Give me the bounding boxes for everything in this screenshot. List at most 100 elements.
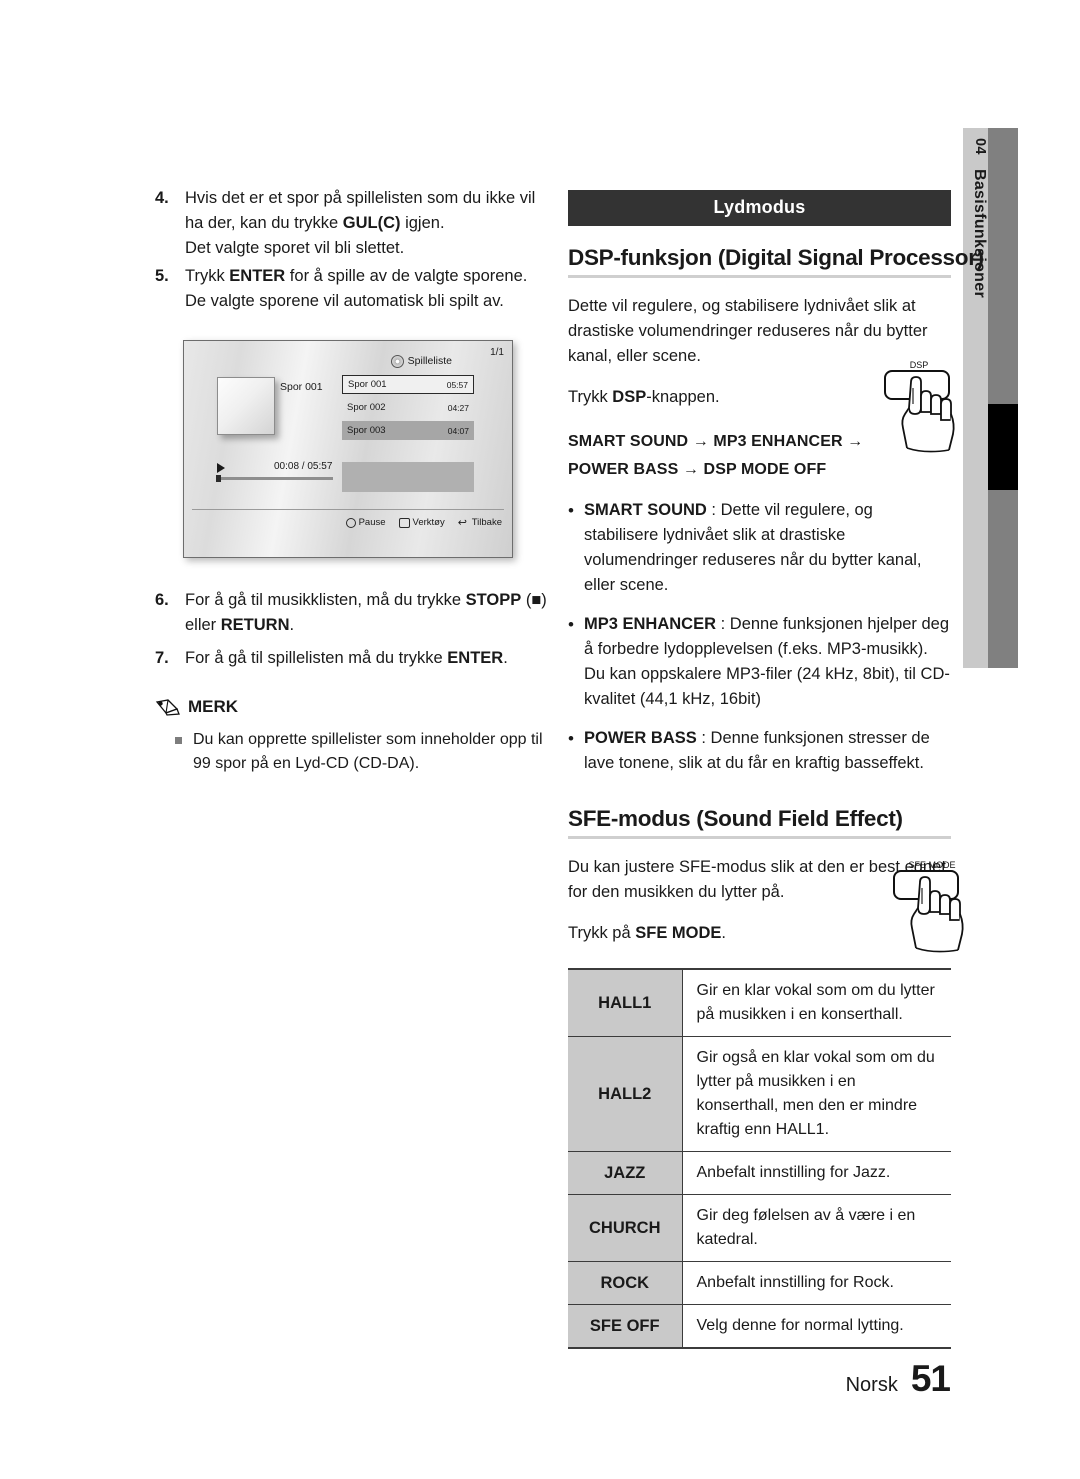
sfe-mode-desc: Gir en klar vokal som om du lytter på mu…: [682, 969, 951, 1037]
sfe-mode-name: SFE OFF: [568, 1304, 683, 1348]
sfe-press-post: .: [721, 924, 727, 942]
track-time: 04:07: [447, 425, 469, 436]
progress-bar[interactable]: [216, 477, 333, 480]
step-6-key2: RETURN: [220, 616, 290, 634]
step-6-number: 6.: [155, 591, 169, 609]
chapter-index-marker: [988, 404, 1018, 490]
sfe-mode-name: ROCK: [568, 1261, 683, 1305]
dsp-press-key: DSP: [612, 388, 647, 406]
table-row: HALL2 Gir også en klar vokal som om du l…: [568, 1036, 951, 1152]
return-icon: ↩: [457, 516, 467, 529]
dsp-bullet-smart-sound: • SMART SOUND : Dette vil regulere, og s…: [568, 498, 951, 598]
chapter-index-bar: [988, 128, 1018, 668]
track-time: 04:27: [447, 402, 469, 413]
sfe-mode-desc: Velg denne for normal lytting.: [682, 1304, 951, 1348]
step-6-pre: For å gå til musikklisten, må du trykke: [185, 591, 466, 609]
pencil-icon: [155, 698, 180, 716]
album-art-thumbnail: [217, 377, 275, 435]
track-time: 05:57: [446, 379, 468, 390]
step-5-post: for å spille av de valgte sporene.: [285, 267, 528, 285]
progress-handle[interactable]: [216, 475, 221, 482]
step-4-line1c: igjen.: [400, 214, 445, 232]
sfe-mode-name: CHURCH: [568, 1194, 683, 1262]
sfe-button-label: SFE MODE: [908, 860, 955, 870]
bullet-sep: :: [720, 615, 730, 633]
dsp-button-illustration: DSP: [884, 360, 955, 453]
step-6-text: For å gå til musikklisten, må du trykke …: [185, 588, 550, 638]
table-row: SFE OFF Velg denne for normal lytting.: [568, 1304, 951, 1348]
pause-label: Pause: [358, 517, 386, 528]
pause-button[interactable]: Pause: [345, 517, 386, 528]
chapter-label: Basisfunksjoner: [971, 168, 988, 298]
sfe-mode-name: HALL1: [568, 969, 683, 1037]
track-name: Spor 002: [347, 402, 386, 413]
sfe-mode-desc: Gir også en klar vokal som om du lytter …: [682, 1036, 951, 1152]
tools-icon: [398, 517, 410, 528]
screenshot-title: Spilleliste: [407, 355, 452, 367]
step-6: 6. For å gå til musikklisten, må du tryk…: [155, 588, 550, 638]
enter-icon: [345, 517, 356, 528]
track-name: Spor 001: [348, 379, 387, 390]
sfe-mode-name: JAZZ: [568, 1151, 683, 1195]
screenshot-topbar: Spilleliste: [184, 351, 512, 371]
dsp-title-rule: [568, 275, 951, 278]
step-4-line2: Det valgte sporet vil bli slettet.: [185, 239, 405, 257]
note-heading: MERK: [155, 697, 550, 717]
dsp-bullet-text: SMART SOUND : Dette vil regulere, og sta…: [584, 498, 951, 598]
playlist-track-list: Spor 001 05:57 Spor 002 04:27 Spor 003 0…: [342, 375, 474, 496]
step-5: 5. Trykk ENTER for å spille av de valgte…: [155, 264, 550, 314]
table-row: HALL1 Gir en klar vokal som om du lytter…: [568, 969, 951, 1037]
table-row: CHURCH Gir deg følelsen av å være i en k…: [568, 1194, 951, 1262]
step-4-line1a: Hvis det er et spor på spillelisten som …: [185, 189, 516, 207]
screenshot-bottombar: Pause Verktøy ↩ Tilbake: [184, 517, 502, 528]
sfe-mode-desc: Anbefalt innstilling for Rock.: [682, 1261, 951, 1305]
sfe-mode-table: HALL1 Gir en klar vokal som om du lytter…: [568, 968, 951, 1349]
sfe-mode-name: HALL2: [568, 1036, 683, 1152]
step-5-line2: De valgte sporene vil automatisk bli spi…: [185, 292, 504, 310]
left-column: 4. Hvis det er et spor på spillelisten s…: [155, 186, 550, 776]
chapter-number: 04: [972, 138, 988, 155]
playlist-screenshot: Spilleliste 1/1 Spor 001 Spor 001 05:57 …: [183, 340, 513, 558]
dsp-bullet-mp3-enhancer: • MP3 ENHANCER : Denne funksjonen hjelpe…: [568, 612, 951, 712]
step-4: 4. Hvis det er et spor på spillelisten s…: [155, 186, 550, 261]
step-5-text: Trykk ENTER for å spille av de valgte sp…: [185, 264, 550, 314]
playlist-row[interactable]: Spor 002 04:27: [342, 398, 474, 417]
step-4-key: GUL(C): [342, 214, 401, 232]
return-label: Tilbake: [471, 517, 502, 528]
step-5-number: 5.: [155, 267, 169, 285]
step-4-number: 4.: [155, 189, 169, 207]
sfe-mode-desc: Gir deg følelsen av å være i en katedral…: [682, 1194, 951, 1262]
note-item-text: Du kan opprette spillelister som innehol…: [193, 731, 543, 772]
playlist-row-empty: [342, 462, 474, 492]
step-4-text: Hvis det er et spor på spillelisten som …: [185, 186, 550, 261]
playlist-row[interactable]: Spor 001 05:57: [342, 375, 474, 394]
return-button[interactable]: ↩ Tilbake: [458, 517, 502, 528]
note-item: Du kan opprette spillelister som innehol…: [175, 728, 550, 776]
disc-icon: [390, 354, 404, 368]
bullet-sep: :: [706, 501, 721, 519]
note-heading-label: MERK: [188, 697, 239, 716]
bullet-icon: •: [568, 729, 574, 748]
section-header-bar: Lydmodus: [568, 190, 951, 226]
screenshot-divider: [192, 509, 504, 510]
screenshot-title-group: Spilleliste: [390, 354, 452, 368]
dsp-button-label: DSP: [910, 360, 929, 370]
track-name: Spor 003: [347, 425, 386, 436]
dsp-sequence-line-2: POWER BASS → DSP MODE OFF: [568, 461, 827, 478]
step-5-key: ENTER: [229, 267, 286, 285]
dsp-press-pre: Trykk: [568, 388, 613, 406]
bullet-term: MP3 ENHANCER: [584, 615, 721, 633]
tools-button[interactable]: Verktøy: [398, 517, 445, 528]
screenshot-page-indicator: 1/1: [490, 347, 504, 358]
step-5-pre: Trykk: [185, 267, 230, 285]
dsp-bullet-text: POWER BASS : Denne funksjonen stresser d…: [584, 726, 951, 776]
footer-language: Norsk: [845, 1374, 898, 1396]
note-bullet-icon: [175, 737, 182, 744]
bullet-term: POWER BASS: [584, 729, 697, 747]
step-6-post: .: [289, 616, 295, 634]
bullet-term: SMART SOUND: [584, 501, 707, 519]
now-playing-label: Spor 001: [280, 381, 323, 393]
playlist-row[interactable]: Spor 003 04:07: [342, 421, 474, 440]
step-7-number: 7.: [155, 649, 169, 667]
step-7-pre: For å gå til spillelisten må du trykke: [185, 649, 448, 667]
